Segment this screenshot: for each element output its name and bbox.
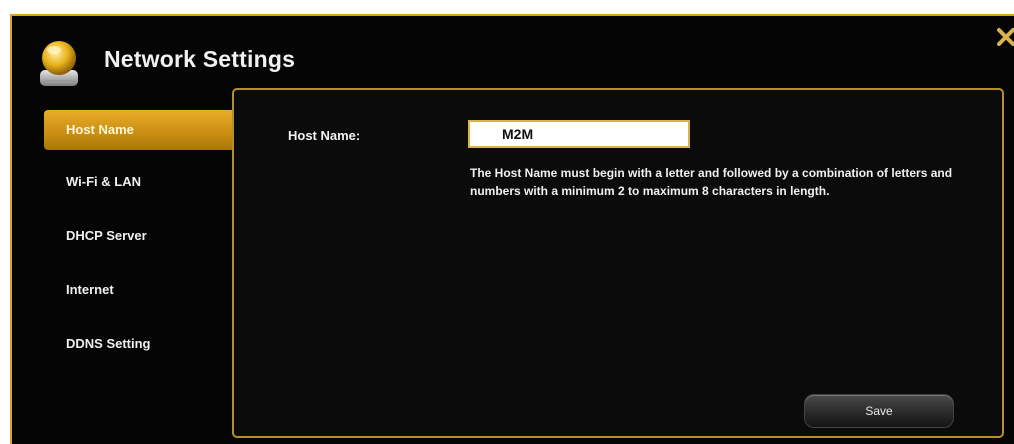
- window-title: Network Settings: [104, 46, 296, 72]
- sidebar-item-host-name[interactable]: Host Name: [44, 110, 236, 150]
- sidebar-item-dhcp-server[interactable]: DHCP Server: [44, 216, 236, 256]
- network-drive-icon: [40, 41, 78, 86]
- save-button[interactable]: Save: [804, 394, 954, 428]
- host-name-panel: Host Name: The Host Name must begin with…: [232, 88, 1004, 438]
- sidebar-item-internet[interactable]: Internet: [44, 270, 236, 310]
- network-settings-window: Network Settings Host Name Wi-Fi & LAN D…: [10, 14, 1014, 444]
- host-name-input[interactable]: [468, 120, 690, 148]
- host-name-label: Host Name:: [288, 128, 361, 143]
- host-name-help-text: The Host Name must begin with a letter a…: [470, 166, 953, 198]
- sidebar-item-wifi-lan[interactable]: Wi-Fi & LAN: [44, 162, 236, 202]
- sidebar-item-ddns-setting[interactable]: DDNS Setting: [44, 324, 236, 364]
- close-icon[interactable]: [996, 22, 1014, 52]
